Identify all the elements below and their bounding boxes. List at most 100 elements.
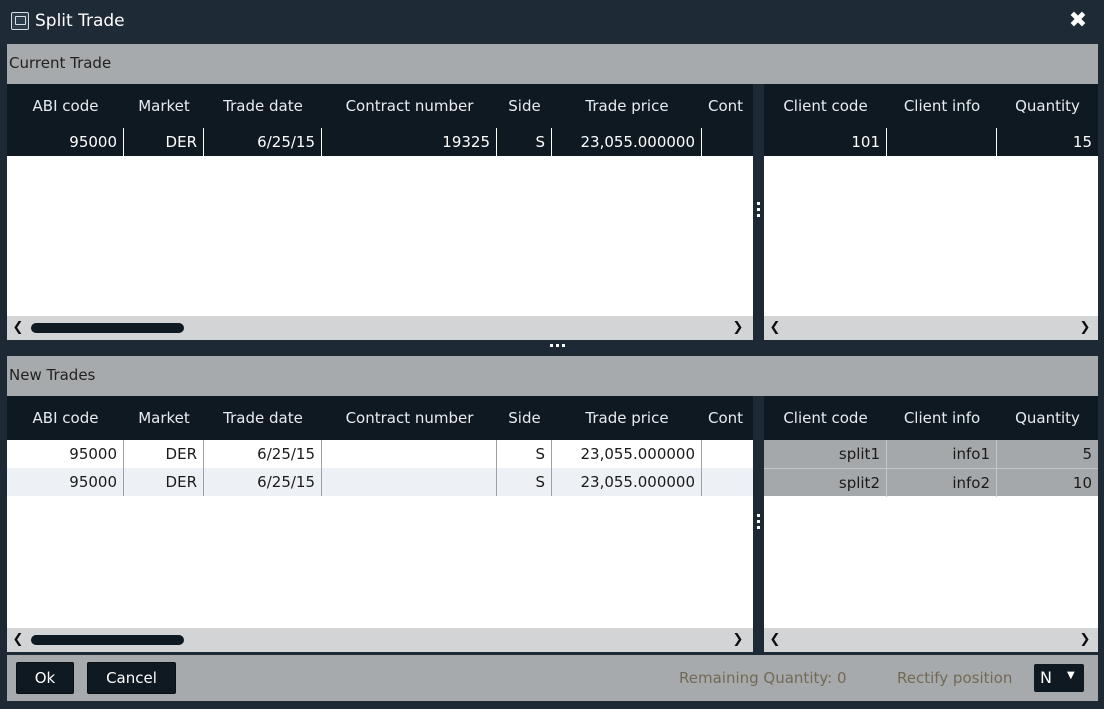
scroll-right-arrow-icon[interactable]: ❯ — [1076, 630, 1094, 650]
scrollbar-thumb[interactable] — [31, 323, 184, 333]
table-row[interactable]: 95000 DER 6/25/15 S 23,055.000000 — [7, 468, 753, 496]
current-trade-left-header: ABI code Market Trade date Contract numb… — [7, 84, 753, 128]
column-header-contract-number[interactable]: Contract number — [322, 84, 497, 128]
remaining-quantity-label: Remaining Quantity: 0 — [679, 669, 847, 687]
cell-abi-code: 95000 — [7, 468, 124, 496]
column-header-trade-price[interactable]: Trade price — [552, 84, 702, 128]
scroll-left-arrow-icon[interactable]: ❮ — [766, 318, 784, 338]
cell-cont — [702, 468, 753, 496]
table-row[interactable]: split2 info2 10 — [764, 468, 1098, 497]
scroll-left-arrow-icon[interactable]: ❮ — [766, 630, 784, 650]
column-header-cont[interactable]: Cont — [708, 396, 753, 440]
cell-side: S — [497, 468, 552, 496]
column-header-side[interactable]: Side — [497, 84, 552, 128]
chevron-down-icon: ▼ — [1067, 670, 1075, 681]
cell-quantity[interactable]: 5 — [997, 440, 1098, 468]
cell-trade-date: 6/25/15 — [204, 128, 322, 156]
cell-cont — [702, 440, 753, 468]
vertical-splitter-new[interactable] — [753, 396, 764, 655]
split-trade-dialog: Split Trade ✖ Current Trade ABI code Mar… — [0, 0, 1104, 709]
cell-trade-date: 6/25/15 — [204, 440, 322, 468]
scroll-right-arrow-icon[interactable]: ❯ — [729, 318, 747, 338]
cell-contract-number[interactable] — [322, 440, 497, 468]
column-header-client-code[interactable]: Client code — [764, 84, 887, 128]
column-header-abi-code[interactable]: ABI code — [7, 396, 124, 440]
cell-market: DER — [124, 128, 204, 156]
cell-side: S — [497, 440, 552, 468]
scroll-left-arrow-icon[interactable]: ❮ — [9, 630, 27, 650]
current-trade-section-header: Current Trade — [7, 44, 1098, 84]
new-trades-right-header: Client code Client info Quantity — [764, 396, 1098, 440]
column-header-market[interactable]: Market — [124, 396, 204, 440]
current-trade-right-hscrollbar[interactable]: ❮ ❯ — [764, 316, 1098, 340]
new-trades-left-grid[interactable]: ABI code Market Trade date Contract numb… — [7, 396, 753, 628]
table-row[interactable]: 95000 DER 6/25/15 S 23,055.000000 — [7, 440, 753, 468]
rectify-position-select[interactable]: N ▼ — [1034, 664, 1084, 692]
vertical-splitter-current[interactable] — [753, 84, 764, 340]
column-header-abi-code[interactable]: ABI code — [7, 84, 124, 128]
cell-trade-price: 23,055.000000 — [552, 440, 702, 468]
cell-client-info[interactable]: info2 — [887, 469, 997, 497]
column-header-market[interactable]: Market — [124, 84, 204, 128]
horizontal-splitter[interactable] — [7, 340, 1098, 351]
column-header-contract-number[interactable]: Contract number — [322, 396, 497, 440]
close-icon[interactable]: ✖ — [1066, 9, 1090, 33]
cell-quantity: 15 — [1072, 133, 1092, 151]
cell-trade-price: 23,055.000000 — [552, 128, 702, 156]
cell-client-info[interactable]: info1 — [887, 440, 997, 468]
column-header-side[interactable]: Side — [497, 396, 552, 440]
rectify-position-label: Rectify position — [897, 669, 1013, 687]
new-trades-right-hscrollbar[interactable]: ❮ ❯ — [764, 628, 1098, 652]
column-header-client-info[interactable]: Client info — [887, 84, 997, 128]
cell-abi-code: 95000 — [7, 440, 124, 468]
column-header-quantity[interactable]: Quantity — [997, 396, 1098, 440]
cell-market: DER — [124, 440, 204, 468]
cell-client-code: 101 — [764, 128, 887, 156]
scroll-right-arrow-icon[interactable]: ❯ — [729, 630, 747, 650]
window-title: Split Trade — [35, 11, 125, 31]
table-row[interactable]: 101 15 — [764, 128, 1098, 156]
cell-cont — [702, 128, 753, 156]
splitter-grip-icon — [550, 344, 568, 347]
scroll-left-arrow-icon[interactable]: ❮ — [9, 318, 27, 338]
current-trade-right-grid[interactable]: Client code Client info Quantity 101 15 — [764, 84, 1098, 316]
window-app-icon — [11, 12, 29, 30]
new-trades-right-grid[interactable]: Client code Client info Quantity split1 … — [764, 396, 1098, 628]
cell-quantity[interactable]: 10 — [997, 469, 1098, 497]
cell-side: S — [497, 128, 552, 156]
column-header-trade-date[interactable]: Trade date — [204, 84, 322, 128]
column-header-client-info[interactable]: Client info — [887, 396, 997, 440]
new-trades-section-header: New Trades — [7, 356, 1098, 396]
column-header-trade-price[interactable]: Trade price — [552, 396, 702, 440]
new-trades-left-hscrollbar[interactable]: ❮ ❯ — [7, 628, 753, 652]
current-trade-label: Current Trade — [9, 54, 112, 72]
cell-market: DER — [124, 468, 204, 496]
column-header-quantity[interactable]: Quantity — [997, 84, 1098, 128]
current-trade-right-header: Client code Client info Quantity — [764, 84, 1098, 128]
splitter-grip-icon — [757, 514, 760, 532]
column-header-client-code[interactable]: Client code — [764, 396, 887, 440]
table-row[interactable]: 95000 DER 6/25/15 19325 S 23,055.000000 — [7, 128, 753, 156]
current-trade-left-grid[interactable]: ABI code Market Trade date Contract numb… — [7, 84, 753, 316]
cell-client-code[interactable]: split1 — [764, 440, 887, 468]
column-header-trade-date[interactable]: Trade date — [204, 396, 322, 440]
new-trades-label: New Trades — [9, 366, 96, 384]
scrollbar-thumb[interactable] — [31, 635, 184, 645]
cancel-button[interactable]: Cancel — [87, 662, 176, 694]
cell-abi-code: 95000 — [7, 128, 124, 156]
splitter-grip-icon — [757, 202, 760, 220]
current-trade-left-hscrollbar[interactable]: ❮ ❯ — [7, 316, 753, 340]
ok-button[interactable]: Ok — [16, 662, 74, 694]
rectify-position-value: N — [1040, 668, 1052, 687]
column-header-cont[interactable]: Cont — [708, 84, 753, 128]
cell-client-info — [887, 128, 997, 156]
scroll-right-arrow-icon[interactable]: ❯ — [1076, 318, 1094, 338]
cell-client-code[interactable]: split2 — [764, 469, 887, 497]
cell-contract-number[interactable] — [322, 468, 497, 496]
cell-trade-price: 23,055.000000 — [552, 468, 702, 496]
new-trades-left-header: ABI code Market Trade date Contract numb… — [7, 396, 753, 440]
cell-trade-date: 6/25/15 — [204, 468, 322, 496]
table-row[interactable]: split1 info1 5 — [764, 440, 1098, 468]
dialog-footer: Ok Cancel Remaining Quantity: 0 Rectify … — [7, 655, 1098, 701]
title-bar[interactable]: Split Trade ✖ — [0, 0, 1104, 44]
